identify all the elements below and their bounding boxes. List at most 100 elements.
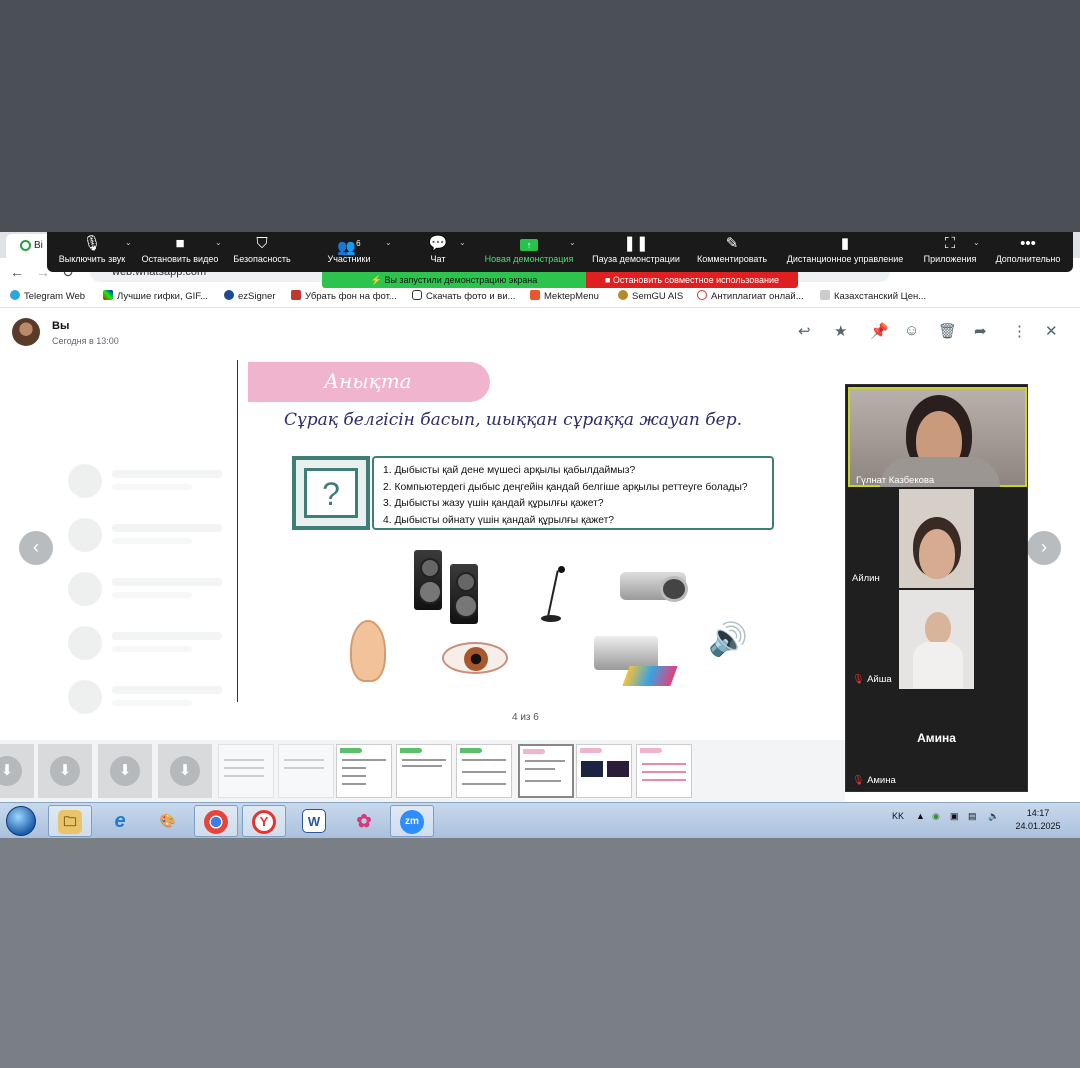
clock-time: 14:17 <box>1026 808 1050 818</box>
thumbnail-download[interactable]: ⬇ <box>38 744 92 798</box>
bookmark-item[interactable]: Лучшие гифки, GIF... <box>103 290 208 302</box>
apps-button[interactable]: ⛶ Приложения ⌄ <box>919 232 981 272</box>
question-item: 2. Компьютердегі дыбыс деңгейін қандай б… <box>383 481 748 493</box>
picasa-icon: ✿ <box>356 811 372 831</box>
security-button[interactable]: ⛉ Безопасность <box>231 232 293 272</box>
reply-icon[interactable]: ↩ <box>798 322 811 340</box>
stop-video-button[interactable]: ■ Остановить видео ⌄ <box>139 232 222 272</box>
thumbnail-download[interactable]: ⬇ <box>98 744 152 798</box>
taskbar-word[interactable]: W <box>292 805 336 837</box>
stop-sharing-button[interactable]: ■ Остановить совместное использование <box>586 272 798 288</box>
taskbar-chrome[interactable]: ◉ <box>194 805 238 837</box>
taskbar-explorer[interactable]: 🗀 <box>48 805 92 837</box>
star-icon[interactable]: ★ <box>834 322 847 340</box>
video-tile-aisha[interactable] <box>899 590 974 689</box>
taskbar-yandex[interactable]: Y <box>242 805 286 837</box>
kz-center-icon <box>820 290 830 300</box>
thumbnail-download[interactable]: ⬇ <box>158 744 212 798</box>
printer-icon <box>594 636 658 670</box>
thumbnail[interactable] <box>636 744 692 798</box>
bookmark-item[interactable]: MektepMenu <box>530 290 599 302</box>
question-mark-button: ? <box>292 456 370 530</box>
thumbnail[interactable] <box>218 744 274 798</box>
thumbnail[interactable] <box>336 744 392 798</box>
chat-button[interactable]: 💬 Чат ⌄ <box>425 232 466 272</box>
chevron-down-icon[interactable]: ⌄ <box>215 238 222 247</box>
taskbar-picasa[interactable]: ✿ <box>342 805 386 837</box>
thumbnail-selected[interactable] <box>518 744 574 798</box>
bookmark-item[interactable]: Казахстанский Цен... <box>820 290 926 302</box>
microphone-head-icon <box>558 566 565 573</box>
chevron-down-icon[interactable]: ⌄ <box>569 238 576 247</box>
usb-icon[interactable]: ▣ <box>950 811 959 822</box>
participants-count: 6 <box>356 239 361 248</box>
start-button[interactable] <box>6 806 36 836</box>
participant-name-row: 🎙 Айша <box>852 674 892 685</box>
system-clock[interactable]: 14:17 24.01.2025 <box>1014 807 1062 833</box>
whatsapp-favicon-icon <box>20 240 31 251</box>
sharing-banner: ⚡ Вы запустили демонстрацию экрана <box>322 272 586 288</box>
microphone-base-icon <box>541 615 561 622</box>
download-icon: ⬇ <box>110 756 140 786</box>
antiplagiat-icon <box>697 290 707 300</box>
remote-control-button[interactable]: ▮ Дистанционное управление <box>781 232 909 272</box>
taskbar-zoom[interactable]: zm <box>390 805 434 837</box>
mektep-icon <box>530 290 540 300</box>
show-hidden-icons-icon[interactable]: ▲ <box>916 811 925 821</box>
close-icon[interactable]: ✕ <box>1045 322 1058 340</box>
thumbnail[interactable] <box>278 744 334 798</box>
bookmark-item[interactable]: ezSigner <box>224 290 276 302</box>
chrome-icon: ◉ <box>204 810 228 834</box>
tray-app-icon[interactable]: ◉ <box>932 811 940 822</box>
chevron-down-icon[interactable]: ⌄ <box>125 238 132 247</box>
annotate-button[interactable]: ✎ Комментировать <box>693 232 771 272</box>
video-tile-ailin[interactable] <box>899 489 974 588</box>
volume-tray-icon[interactable]: 🔈 <box>988 811 999 822</box>
zoom-toolbar: 🎙 Выключить звук ⌄ ■ Остановить видео ⌄ … <box>47 232 1073 272</box>
avatar <box>12 318 40 346</box>
list-item <box>68 572 238 606</box>
printed-photo-icon <box>622 666 678 686</box>
previous-arrow-icon[interactable]: ‹ <box>19 531 53 565</box>
video-tile-host[interactable]: Гүлнат Казбекова <box>848 387 1027 487</box>
more-icon: ••• <box>1020 235 1036 252</box>
thumbnail-download[interactable]: ⬇ <box>0 744 34 798</box>
remove-bg-icon <box>291 290 301 300</box>
microphone-icon: 🎙 <box>82 235 102 252</box>
pause-share-button[interactable]: ❚❚ Пауза демонстрации <box>587 232 685 272</box>
emoji-icon[interactable]: ☺ <box>904 322 919 339</box>
chevron-down-icon[interactable]: ⌄ <box>973 238 980 247</box>
participant-placeholder-name[interactable]: Амина <box>846 731 1027 745</box>
back-icon[interactable]: ← <box>10 264 24 280</box>
chevron-down-icon[interactable]: ⌄ <box>385 238 392 247</box>
mute-button[interactable]: 🎙 Выключить звук ⌄ <box>55 232 132 272</box>
thumbnail[interactable] <box>576 744 632 798</box>
participants-button[interactable]: 👥6 Участники ⌄ <box>323 232 392 272</box>
windows-taskbar: 🗀 e 🎨 ◉ Y W ✿ zm KK ▲ ◉ ▣ ▤ 🔈 14:17 24.0… <box>0 802 1080 838</box>
shirt-shape <box>913 642 963 688</box>
bookmark-item[interactable]: Антиплагиат онлай... <box>697 290 804 302</box>
instagram-icon <box>412 290 422 300</box>
bookmark-item[interactable]: Убрать фон на фот... <box>291 290 397 302</box>
delete-icon[interactable]: 🗑 <box>938 322 957 340</box>
thumbnail[interactable] <box>396 744 452 798</box>
next-arrow-icon[interactable]: › <box>1027 531 1061 565</box>
taskbar-paint[interactable]: 🎨 <box>146 805 190 837</box>
slide-instruction: Сұрақ белгісін басып, шыққан сұраққа жау… <box>284 410 742 430</box>
folder-icon: 🗀 <box>58 810 82 834</box>
bookmark-item[interactable]: Telegram Web <box>10 290 85 302</box>
language-indicator[interactable]: KK <box>892 811 904 821</box>
participants-panel: Гүлнат Казбекова Айлин 🎙 Айша Амина 🎙 Амин… <box>845 384 1028 792</box>
bookmark-item[interactable]: SemGU AIS <box>618 290 683 302</box>
microphone-stand-icon <box>547 570 559 616</box>
new-share-button[interactable]: ↑ Новая демонстрация ⌄ <box>481 232 577 272</box>
more-button[interactable]: ••• Дополнительно <box>991 232 1065 272</box>
thumbnail[interactable] <box>456 744 512 798</box>
pin-icon[interactable]: 📌 <box>870 322 889 340</box>
taskbar-ie[interactable]: e <box>98 805 142 837</box>
chevron-down-icon[interactable]: ⌄ <box>459 238 466 247</box>
network-icon[interactable]: ▤ <box>968 811 977 822</box>
forward-icon[interactable]: ➦ <box>974 322 987 340</box>
more-vertical-icon[interactable]: ⋮ <box>1012 322 1027 340</box>
bookmark-item[interactable]: Скачать фото и ви... <box>412 290 516 302</box>
